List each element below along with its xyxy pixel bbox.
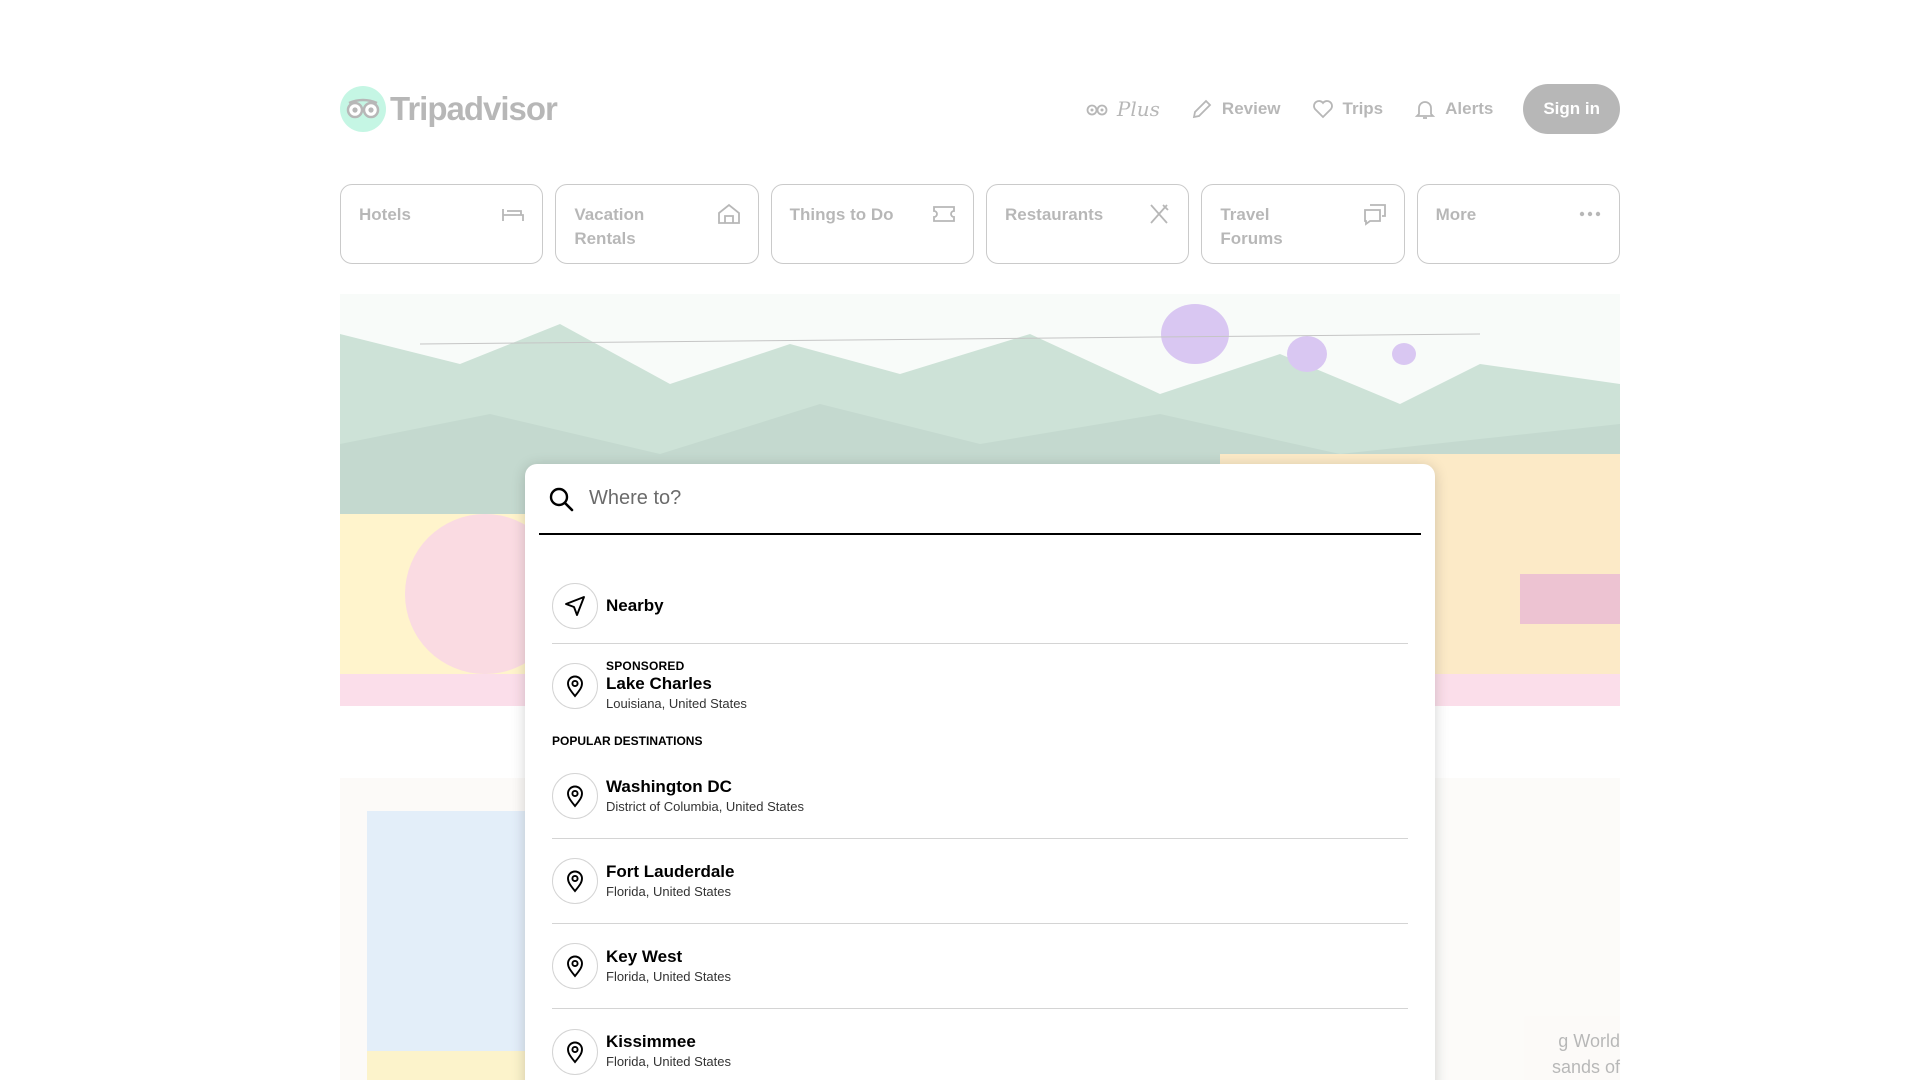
- alerts-link[interactable]: Alerts: [1413, 97, 1493, 121]
- alerts-label: Alerts: [1445, 99, 1494, 118]
- nearby-icon-wrap: [552, 582, 598, 629]
- bed-icon: [502, 209, 525, 221]
- plus-link[interactable]: Plus: [1085, 97, 1160, 121]
- plus-label: Plus: [1116, 97, 1160, 121]
- bell-icon: [1414, 101, 1436, 119]
- tile-restaurants[interactable]: Restaurants: [985, 184, 1190, 264]
- search-bar: [539, 464, 1421, 535]
- location-icon-wrap: [552, 663, 598, 709]
- location-pin-icon: [567, 675, 583, 698]
- more-dots-icon: [1579, 211, 1601, 217]
- sponsored-tag: SPONSORED: [606, 658, 685, 673]
- nearby-text: Nearby: [606, 595, 664, 616]
- popular-destinations-label: POPULAR DESTINATIONS: [552, 734, 703, 748]
- destination-result[interactable]: Fort Lauderdale Florida, United States: [552, 839, 1408, 924]
- trips-label: Trips: [1342, 99, 1384, 118]
- location-pin-icon: [567, 870, 583, 893]
- search-icon: [549, 487, 574, 511]
- tile-things-to-do[interactable]: Things to Do: [770, 184, 974, 264]
- location-icon-wrap: [552, 1028, 598, 1075]
- destination-text: Washington DC District of Columbia, Unit…: [606, 776, 804, 817]
- result-subtitle: Florida, United States: [606, 883, 732, 899]
- location-pin-icon: [567, 955, 583, 978]
- sign-in-button[interactable]: Sign in: [1523, 84, 1620, 134]
- category-tiles: Hotels Vacation Rentals Things to Do Res…: [340, 184, 1620, 264]
- result-subtitle: Florida, United States: [606, 968, 732, 984]
- search-dropdown: Nearby SPONSORED Lake Charles Louisiana,…: [525, 464, 1435, 1080]
- site-header: Tripadvisor Plus Review Trips Alerts Sig…: [340, 84, 1620, 136]
- tile-label: Restaurants: [1004, 205, 1104, 224]
- tile-label: Travel Forums: [1220, 205, 1283, 248]
- destination-result[interactable]: Washington DC District of Columbia, Unit…: [552, 754, 1408, 839]
- tile-label: Hotels: [359, 205, 411, 224]
- house-icon: [717, 203, 740, 224]
- search-input[interactable]: [589, 487, 1369, 510]
- review-link[interactable]: Review: [1190, 97, 1281, 121]
- nearby-label: Nearby: [606, 596, 664, 615]
- result-title: Key West: [606, 946, 683, 966]
- pencil-icon: [1192, 99, 1212, 119]
- location-pin-icon: [567, 1041, 583, 1063]
- destination-result[interactable]: Key West Florida, United States: [552, 924, 1408, 1009]
- sponsored-result[interactable]: SPONSORED Lake Charles Louisiana, United…: [552, 644, 1408, 728]
- tripadvisor-logo[interactable]: Tripadvisor: [340, 86, 558, 132]
- result-subtitle: District of Columbia, United States: [606, 798, 804, 814]
- location-icon-wrap: [552, 858, 598, 904]
- owl-small-icon: [1086, 104, 1108, 116]
- tile-vacation-rentals[interactable]: Vacation Rentals: [555, 184, 759, 264]
- result-subtitle: Louisiana, United States: [606, 695, 747, 711]
- result-subtitle: Florida, United States: [606, 1054, 732, 1069]
- tile-more[interactable]: More: [1416, 184, 1620, 264]
- nearby-option[interactable]: Nearby: [552, 568, 1408, 644]
- destination-text: Kissimmee Florida, United States: [606, 1031, 731, 1072]
- location-pin-icon: [567, 785, 583, 808]
- search-suggestions: Nearby SPONSORED Lake Charles Louisiana,…: [552, 568, 1408, 1080]
- result-title: Washington DC: [606, 776, 732, 796]
- owl-logo-icon: [340, 86, 386, 132]
- sponsored-text: SPONSORED Lake Charles Louisiana, United…: [606, 659, 747, 714]
- tile-travel-forums[interactable]: Travel Forums: [1201, 184, 1405, 264]
- tile-label: Things to Do: [789, 205, 894, 224]
- ticket-icon: [933, 206, 955, 222]
- navigation-arrow-icon: [565, 595, 585, 616]
- tile-label: More: [1435, 205, 1477, 224]
- result-title: Lake Charles: [606, 673, 712, 693]
- tile-label: Vacation Rentals: [574, 205, 645, 248]
- header-nav: Plus Review Trips Alerts Sign in: [1085, 84, 1620, 134]
- chat-icon: [1363, 204, 1386, 226]
- review-label: Review: [1221, 99, 1281, 118]
- location-icon-wrap: [552, 773, 598, 819]
- result-title: Fort Lauderdale: [606, 861, 735, 881]
- logo-text: Tripadvisor: [390, 90, 558, 127]
- location-icon-wrap: [552, 943, 598, 989]
- destination-text: Fort Lauderdale Florida, United States: [606, 861, 734, 902]
- tile-hotels[interactable]: Hotels: [340, 184, 544, 264]
- utensils-icon: [1150, 204, 1169, 224]
- destination-result[interactable]: Kissimmee Florida, United States: [552, 1009, 1408, 1080]
- destination-text: Key West Florida, United States: [606, 946, 731, 987]
- result-title: Kissimmee: [606, 1032, 696, 1051]
- trips-link[interactable]: Trips: [1311, 97, 1384, 121]
- heart-icon: [1312, 100, 1333, 119]
